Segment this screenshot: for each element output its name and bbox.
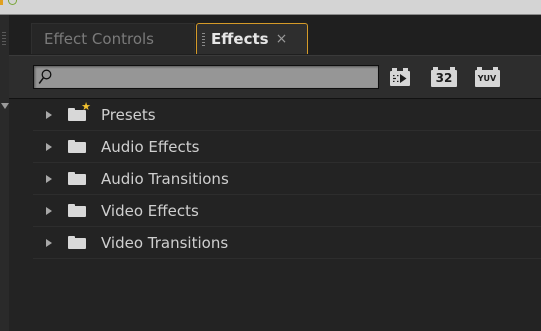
yuv-icon: YUV [474, 66, 500, 87]
effects-tree: ★ Presets Audio Effects Audio Transition… [9, 98, 541, 331]
close-icon[interactable]: × [276, 31, 288, 47]
tree-item-label: Audio Effects [101, 137, 200, 156]
disclosure-triangle-icon[interactable] [46, 206, 52, 215]
tree-item-video-transitions[interactable]: Video Transitions [33, 227, 541, 259]
tree-item-label: Presets [101, 105, 156, 124]
disclosure-triangle-icon[interactable] [46, 238, 52, 247]
tree-item-audio-transitions[interactable]: Audio Transitions [33, 163, 541, 195]
effects-toolbar: 32 YUV [9, 55, 541, 99]
tree-item-audio-effects[interactable]: Audio Effects [33, 131, 541, 163]
disclosure-triangle-icon[interactable] [46, 142, 52, 151]
tree-item-label: Audio Transitions [101, 169, 229, 188]
disclosure-triangle-icon[interactable] [46, 174, 52, 183]
panel-menu-arrow-icon[interactable] [1, 103, 9, 109]
folder-icon [68, 236, 86, 249]
search-input[interactable] [56, 66, 374, 88]
window-edge-icon [8, 0, 17, 5]
effects-panel: Effect Controls Effects × 32 YUV ★ Prese… [9, 15, 541, 331]
yuv-effects-button[interactable]: YUV [472, 66, 502, 88]
window-edge-mark [0, 0, 3, 5]
32-bit-icon: 32 [431, 66, 457, 87]
accelerated-effects-button[interactable] [385, 66, 415, 88]
search-icon [38, 69, 52, 84]
32-bit-label: 32 [435, 71, 453, 85]
32-bit-effects-button[interactable]: 32 [429, 66, 459, 88]
folder-icon [68, 140, 86, 153]
tree-item-label: Video Transitions [101, 233, 229, 252]
tree-item-label: Video Effects [101, 201, 199, 220]
accelerated-effects-icon [390, 68, 410, 86]
window-top-strip [0, 0, 541, 15]
tab-effect-controls[interactable]: Effect Controls [31, 23, 195, 54]
folder-icon [68, 172, 86, 185]
application-window: Effect Controls Effects × 32 YUV ★ Prese… [0, 0, 541, 331]
search-field[interactable] [33, 65, 379, 89]
yuv-label: YUV [477, 73, 497, 83]
tab-grip-icon[interactable] [202, 32, 205, 46]
panel-grip-icon[interactable] [2, 32, 6, 45]
tree-item-presets[interactable]: ★ Presets [33, 99, 541, 131]
disclosure-triangle-icon[interactable] [46, 110, 52, 119]
tab-effects-label: Effects [211, 30, 269, 48]
presets-folder-icon: ★ [68, 101, 91, 121]
folder-icon [68, 204, 86, 217]
panel-tab-bar: Effect Controls Effects × [9, 15, 541, 55]
tree-item-video-effects[interactable]: Video Effects [33, 195, 541, 227]
tab-effect-controls-label: Effect Controls [44, 30, 154, 48]
tab-effects[interactable]: Effects × [196, 23, 308, 54]
